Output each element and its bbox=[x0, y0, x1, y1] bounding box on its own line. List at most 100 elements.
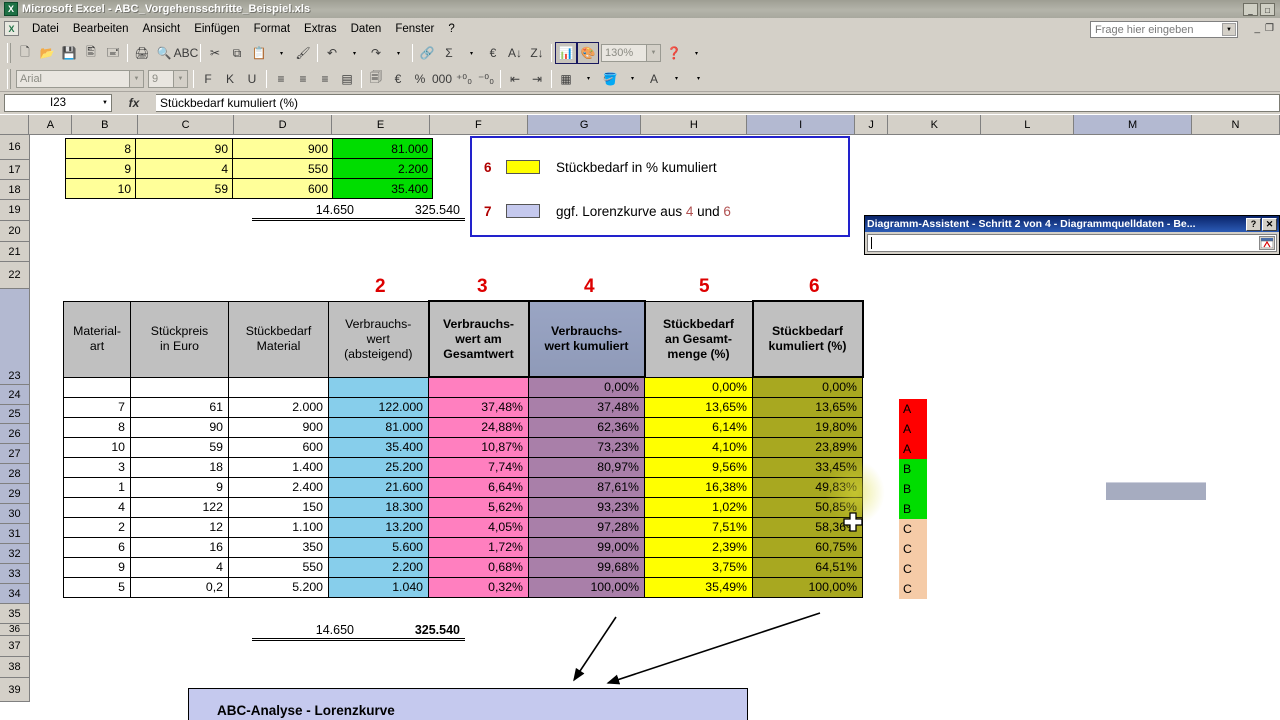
cell-h24[interactable]: 0,00% bbox=[645, 377, 753, 397]
menu-item-format[interactable]: Format bbox=[247, 21, 297, 37]
menu-item-help[interactable]: ? bbox=[441, 21, 461, 37]
cell-d33[interactable]: 550 bbox=[229, 557, 329, 577]
cell-b27[interactable]: 10 bbox=[64, 437, 131, 457]
cell-i24[interactable]: 0,00% bbox=[753, 377, 863, 397]
table-row[interactable]: 10 59 600 35.400 bbox=[66, 179, 433, 199]
email-icon[interactable]: 🖃 bbox=[102, 42, 124, 64]
range-selector-icon[interactable] bbox=[1259, 236, 1275, 250]
worksheet-area[interactable]: 8 90 900 81.000 9 4 550 2.200 10 59 600 … bbox=[30, 135, 1280, 720]
table-row[interactable]: 6 16 350 5.600 1,72% 99,00% 2,39% 60,75% bbox=[64, 537, 863, 557]
table-row[interactable]: 10 59 600 35.400 10,87% 73,23% 4,10% 23,… bbox=[64, 437, 863, 457]
cell-empty-d[interactable] bbox=[229, 377, 329, 397]
cell-b32[interactable]: 6 bbox=[64, 537, 131, 557]
cell-g32[interactable]: 99,00% bbox=[529, 537, 645, 557]
cell-h32[interactable]: 2,39% bbox=[645, 537, 753, 557]
row-header-33[interactable]: 33 bbox=[0, 564, 30, 584]
cell-f26[interactable]: 24,88% bbox=[429, 417, 529, 437]
row-header-24[interactable]: 24 bbox=[0, 385, 30, 405]
cell-g30[interactable]: 93,23% bbox=[529, 497, 645, 517]
cell-i29[interactable]: 49,83% bbox=[753, 477, 863, 497]
column-header-K[interactable]: K bbox=[888, 115, 981, 134]
cell-i33[interactable]: 64,51% bbox=[753, 557, 863, 577]
zoom-combo[interactable]: 130% ▼ bbox=[601, 44, 661, 62]
select-all-corner[interactable] bbox=[0, 115, 29, 134]
row-header-34[interactable]: 34 bbox=[0, 584, 30, 604]
column-header-G[interactable]: G bbox=[528, 115, 642, 134]
cell-f33[interactable]: 0,68% bbox=[429, 557, 529, 577]
insert-function-icon[interactable]: fx bbox=[112, 96, 156, 110]
dialog-range-input[interactable] bbox=[867, 234, 1277, 252]
menu-item-fenster[interactable]: Fenster bbox=[388, 21, 441, 37]
doc-minimize-button[interactable]: _ bbox=[1254, 23, 1260, 34]
cell-d30[interactable]: 150 bbox=[229, 497, 329, 517]
cell-h34[interactable]: 35,49% bbox=[645, 577, 753, 597]
save-icon[interactable]: 💾 bbox=[58, 42, 80, 64]
help-icon[interactable]: ❓ bbox=[663, 42, 685, 64]
decrease-decimal-icon[interactable]: ⁻⁰₀ bbox=[475, 68, 497, 90]
row-header-16[interactable]: 16 bbox=[0, 135, 30, 160]
align-left-icon[interactable]: ≡ bbox=[270, 68, 292, 90]
cell-c27[interactable]: 59 bbox=[131, 437, 229, 457]
row-header-39[interactable]: 39 bbox=[0, 678, 30, 702]
cell-c18[interactable]: 59 bbox=[136, 179, 233, 199]
row-header-35[interactable]: 35 bbox=[0, 604, 30, 624]
column-header-M[interactable]: M bbox=[1074, 115, 1192, 134]
cell-f31[interactable]: 4,05% bbox=[429, 517, 529, 537]
bold-button[interactable]: F bbox=[197, 68, 219, 90]
table-row[interactable]: 5 0,2 5.200 1.040 0,32% 100,00% 35,49% 1… bbox=[64, 577, 863, 597]
cell-i32[interactable]: 60,75% bbox=[753, 537, 863, 557]
cell-g27[interactable]: 73,23% bbox=[529, 437, 645, 457]
spellcheck-icon[interactable]: ABC bbox=[175, 42, 197, 64]
cell-c28[interactable]: 18 bbox=[131, 457, 229, 477]
cell-d32[interactable]: 350 bbox=[229, 537, 329, 557]
cell-b25[interactable]: 7 bbox=[64, 397, 131, 417]
chevron-down-icon[interactable]: ▼ bbox=[102, 100, 108, 106]
align-right-icon[interactable]: ≡ bbox=[314, 68, 336, 90]
undo-dropdown-icon[interactable]: ▾ bbox=[343, 42, 365, 64]
font-color-dropdown-icon[interactable]: ▾ bbox=[665, 68, 687, 90]
cell-h29[interactable]: 16,38% bbox=[645, 477, 753, 497]
chevron-down-icon[interactable]: ▼ bbox=[173, 71, 187, 87]
chart-wizard-dialog[interactable]: Diagramm-Assistent - Schritt 2 von 4 - D… bbox=[864, 215, 1280, 255]
cut-icon[interactable]: ✂ bbox=[204, 42, 226, 64]
cell-c29[interactable]: 9 bbox=[131, 477, 229, 497]
minimize-button[interactable]: _ bbox=[1243, 3, 1258, 16]
cell-c16[interactable]: 90 bbox=[136, 139, 233, 159]
column-header-L[interactable]: L bbox=[981, 115, 1074, 134]
redo-icon[interactable]: ↷ bbox=[365, 42, 387, 64]
cell-i28[interactable]: 33,45% bbox=[753, 457, 863, 477]
cell-c32[interactable]: 16 bbox=[131, 537, 229, 557]
cell-e28[interactable]: 25.200 bbox=[329, 457, 429, 477]
print-icon[interactable]: 🖨 bbox=[131, 42, 153, 64]
font-name-combo[interactable]: Arial ▼ bbox=[16, 70, 144, 88]
column-header-D[interactable]: D bbox=[234, 115, 332, 134]
cell-c34[interactable]: 0,2 bbox=[131, 577, 229, 597]
menu-item-datei[interactable]: Datei bbox=[25, 21, 66, 37]
cell-h26[interactable]: 6,14% bbox=[645, 417, 753, 437]
undo-icon[interactable]: ↶ bbox=[321, 42, 343, 64]
doc-restore-button[interactable]: ❐ bbox=[1265, 23, 1274, 34]
sort-ascending-icon[interactable]: A↓ bbox=[504, 42, 526, 64]
formatting-options-icon[interactable]: ▾ bbox=[687, 68, 709, 90]
cell-d26[interactable]: 900 bbox=[229, 417, 329, 437]
chart-wizard-icon[interactable]: 📊 bbox=[555, 42, 577, 64]
cell-b16[interactable]: 8 bbox=[66, 139, 136, 159]
cell-d17[interactable]: 550 bbox=[233, 159, 333, 179]
row-header-22[interactable]: 22 bbox=[0, 262, 30, 289]
cell-h28[interactable]: 9,56% bbox=[645, 457, 753, 477]
cell-d29[interactable]: 2.400 bbox=[229, 477, 329, 497]
cell-f34[interactable]: 0,32% bbox=[429, 577, 529, 597]
row-header-25[interactable]: 25 bbox=[0, 405, 30, 424]
font-size-combo[interactable]: 9 ▼ bbox=[148, 70, 188, 88]
cell-b34[interactable]: 5 bbox=[64, 577, 131, 597]
autosum-dropdown-icon[interactable]: ▾ bbox=[460, 42, 482, 64]
row-header-28[interactable]: 28 bbox=[0, 464, 30, 484]
fill-color-icon[interactable]: 🪣 bbox=[599, 68, 621, 90]
row-header-36[interactable]: 36 bbox=[0, 624, 30, 636]
cell-d27[interactable]: 600 bbox=[229, 437, 329, 457]
cell-h27[interactable]: 4,10% bbox=[645, 437, 753, 457]
cell-empty-b[interactable] bbox=[64, 377, 131, 397]
euro-icon[interactable]: € bbox=[387, 68, 409, 90]
row-header-21[interactable]: 21 bbox=[0, 242, 30, 262]
column-header-I[interactable]: I bbox=[747, 115, 855, 134]
